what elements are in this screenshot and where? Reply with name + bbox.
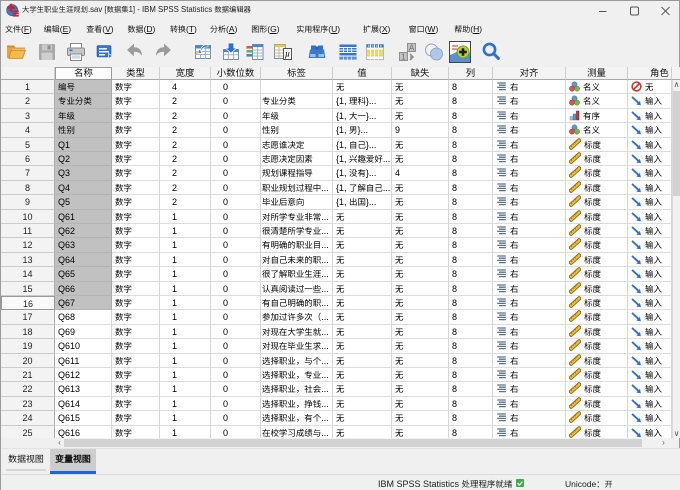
svg-text:A: A (409, 43, 415, 52)
svg-text:µ: µ (285, 49, 290, 59)
svg-text:1: 1 (401, 52, 406, 61)
